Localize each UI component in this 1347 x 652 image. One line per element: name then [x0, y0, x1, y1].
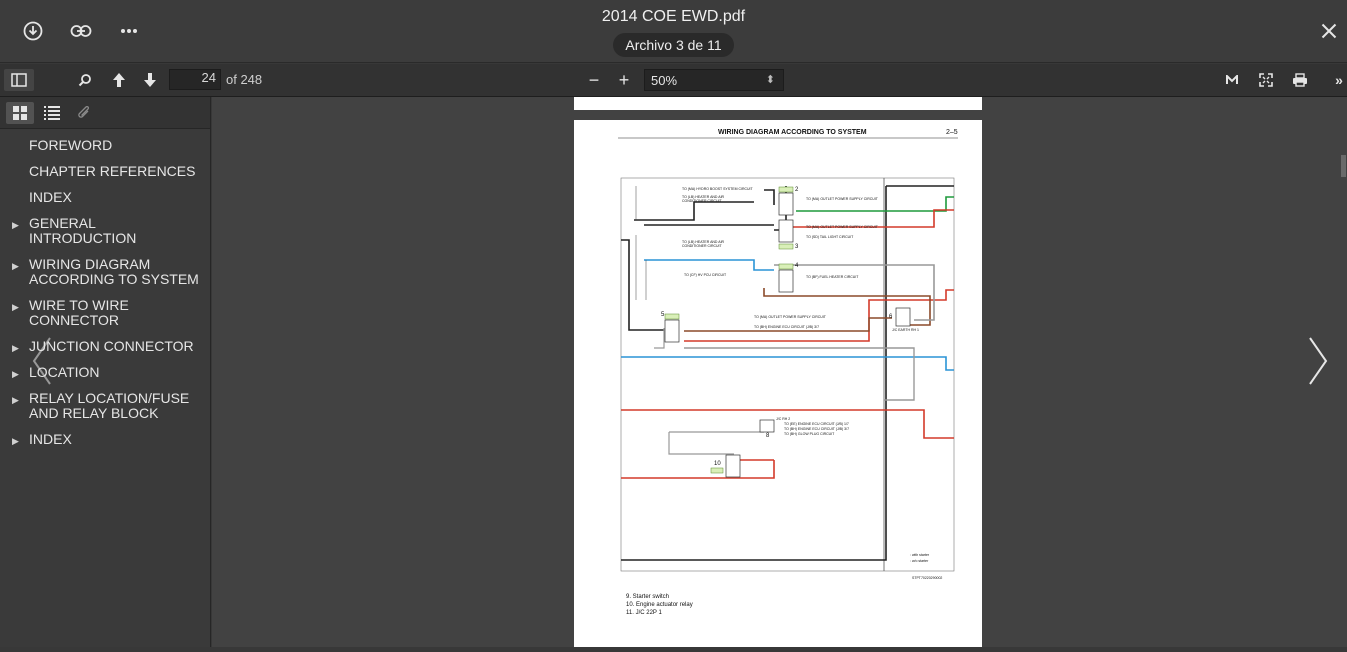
more-icon[interactable] — [116, 18, 142, 44]
presentation-mode-icon[interactable] — [1222, 69, 1242, 91]
circuit-label: TO (BH) ENGINE ECU CIRCUIT (J/B) 3/7 — [784, 427, 850, 431]
circuit-label: TO (LB) HEATER AND AIR CONDITIONER CIRCU… — [682, 195, 725, 203]
outline-item-label: WIRE TO WIRE CONNECTOR — [29, 297, 129, 328]
outline-item-label: GENERAL INTRODUCTION — [29, 215, 137, 246]
circuit-label: TO (EE) ENGINE ECU CIRCUIT (J/B) 1/7 — [784, 422, 849, 426]
pdf-toolbar: 24 of 248 − + 50% ⬍ » — [0, 64, 1347, 97]
component-number: 5 — [661, 312, 665, 318]
outline-item-general-introduction[interactable]: ▶ GENERAL INTRODUCTION — [0, 213, 210, 249]
zoom-in-button[interactable]: + — [614, 69, 634, 91]
file-title: 2014 COE EWD.pdf — [601, 8, 746, 25]
outline-item-label: INDEX — [29, 189, 72, 205]
close-icon[interactable] — [1316, 18, 1342, 44]
outline-list: FOREWORD CHAPTER REFERENCES INDEX ▶ GENER… — [0, 129, 210, 450]
legend-note: : w/o starter — [910, 559, 929, 563]
previous-page-edge — [574, 97, 982, 110]
sidebar-tabs — [0, 97, 210, 129]
outline-tab-icon[interactable] — [38, 102, 66, 124]
circuit-label: TO (BH) GLOW PLUG CIRCUIT — [784, 432, 835, 436]
circuit-label: J/C RH 2 — [776, 417, 791, 421]
expand-triangle-icon[interactable]: ▶ — [12, 341, 19, 356]
previous-file-arrow-icon[interactable] — [30, 336, 54, 386]
outline-item-chapter-references[interactable]: CHAPTER REFERENCES — [0, 161, 210, 182]
document-code: STPT70220290002 — [912, 576, 943, 580]
page-number-input[interactable]: 24 — [169, 69, 221, 90]
link-icon[interactable] — [68, 18, 94, 44]
outline-item-foreword[interactable]: FOREWORD — [0, 135, 210, 156]
outline-item-label: WIRING DIAGRAM ACCORDING TO SYSTEM — [29, 256, 199, 287]
print-icon[interactable] — [1290, 69, 1310, 91]
select-caret-icon: ⬍ — [765, 74, 775, 86]
page-count-label: of 248 — [226, 72, 263, 87]
expand-triangle-icon[interactable]: ▶ — [12, 218, 19, 233]
file-counter: Archivo 3 de 11 — [613, 33, 734, 57]
wiring-diagram — [618, 137, 958, 572]
component-number: 4 — [795, 263, 799, 269]
expand-triangle-icon[interactable]: ▶ — [12, 393, 19, 408]
circuit-label: J/C EARTH RH 1 — [892, 328, 919, 332]
legend-item: 10. Engine actuator relay — [626, 602, 693, 608]
expand-triangle-icon[interactable]: ▶ — [12, 259, 19, 274]
outline-item-label: FOREWORD — [29, 137, 113, 153]
sidebar-toggle-icon[interactable] — [4, 69, 34, 91]
next-file-arrow-icon[interactable] — [1306, 336, 1330, 386]
vertical-scrollbar[interactable] — [1339, 97, 1347, 647]
tools-menu-icon[interactable]: » — [1331, 69, 1347, 91]
zoom-select[interactable]: 50% ⬍ — [644, 69, 784, 91]
legend-item: 11. J/C 22P 1 — [626, 610, 662, 616]
zoom-value: 50% — [651, 72, 678, 88]
circuit-label: TO (BF) FUEL HEATER CIRCUIT — [806, 275, 859, 279]
attachments-tab-icon[interactable] — [70, 102, 98, 124]
viewer-header: 2014 COE EWD.pdf Archivo 3 de 11 — [0, 0, 1347, 63]
circuit-label: TO (MA) HYDRO BOOST SYSTEM CIRCUIT — [682, 187, 753, 191]
component-number: 6 — [889, 314, 893, 320]
outline-item-wire-to-wire-connector[interactable]: ▶ WIRE TO WIRE CONNECTOR — [0, 295, 210, 331]
outline-item-label: INDEX — [29, 431, 72, 447]
outline-item-label: RELAY LOCATION/FUSE AND RELAY BLOCK — [29, 390, 190, 421]
outline-item-wiring-diagram[interactable]: ▶ WIRING DIAGRAM ACCORDING TO SYSTEM — [0, 254, 210, 290]
component-number: 3 — [795, 244, 799, 250]
outline-item-index[interactable]: INDEX — [0, 187, 210, 208]
fullscreen-icon[interactable] — [1256, 69, 1276, 91]
thumbnails-tab-icon[interactable] — [6, 102, 34, 124]
previous-page-icon[interactable] — [108, 69, 130, 91]
search-icon[interactable] — [75, 69, 95, 91]
pdf-page: WIRING DIAGRAM ACCORDING TO SYSTEM 2–5 T… — [574, 120, 982, 647]
outline-item-relay-location[interactable]: ▶ RELAY LOCATION/FUSE AND RELAY BLOCK — [0, 388, 210, 424]
legend-item: 9. Starter switch — [626, 594, 670, 600]
expand-triangle-icon[interactable]: ▶ — [12, 367, 19, 382]
zoom-out-button[interactable]: − — [584, 69, 604, 91]
circuit-label: TO (MA) OUTLET POWER SUPPLY CIRCUIT — [806, 197, 878, 201]
component-number: 2 — [795, 187, 799, 193]
component-number: 8 — [766, 433, 770, 439]
circuit-label: TO (BH) ENGINE ECU CIRCUIT (J/B) 3/7 — [754, 325, 820, 329]
expand-triangle-icon[interactable]: ▶ — [12, 300, 19, 315]
circuit-label: TO (SD) TAIL LIGHT CIRCUIT — [806, 235, 854, 239]
download-icon[interactable] — [20, 18, 46, 44]
outline-item-index-2[interactable]: ▶ INDEX — [0, 429, 210, 450]
circuit-label: TO (MA) OUTLET POWER SUPPLY CIRCUIT — [806, 225, 878, 229]
legend-note: : with starter — [910, 553, 930, 557]
next-page-icon[interactable] — [139, 69, 161, 91]
circuit-label: TO (LB) HEATER AND AIR CONDITIONER CIRCU… — [682, 240, 725, 248]
outline-item-label: CHAPTER REFERENCES — [29, 163, 196, 179]
circuit-label: TO (MA) OUTLET POWER SUPPLY CIRCUIT — [754, 315, 826, 319]
circuit-label: TO (CF) HV PCU CIRCUIT — [684, 273, 727, 277]
component-number: 10 — [714, 461, 721, 467]
expand-triangle-icon[interactable]: ▶ — [12, 434, 19, 449]
